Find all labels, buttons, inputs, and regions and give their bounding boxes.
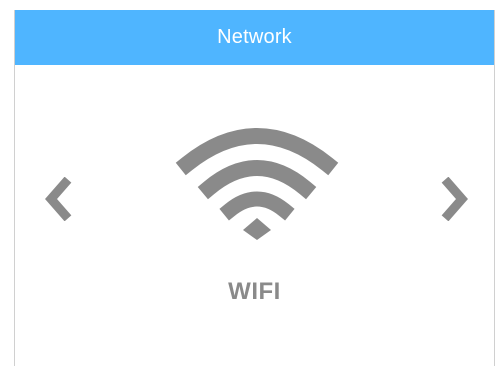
wifi-option[interactable] bbox=[173, 114, 341, 240]
prev-button[interactable] bbox=[41, 177, 75, 221]
chevron-right-icon bbox=[441, 177, 468, 221]
network-type-label: WIFI bbox=[228, 278, 281, 305]
network-panel: Network WIFI bbox=[14, 10, 495, 366]
wifi-icon bbox=[175, 128, 339, 240]
next-button[interactable] bbox=[438, 177, 472, 221]
page-title: Network bbox=[217, 26, 292, 48]
header-bar: Network bbox=[15, 10, 494, 65]
chevron-left-icon bbox=[45, 177, 72, 221]
